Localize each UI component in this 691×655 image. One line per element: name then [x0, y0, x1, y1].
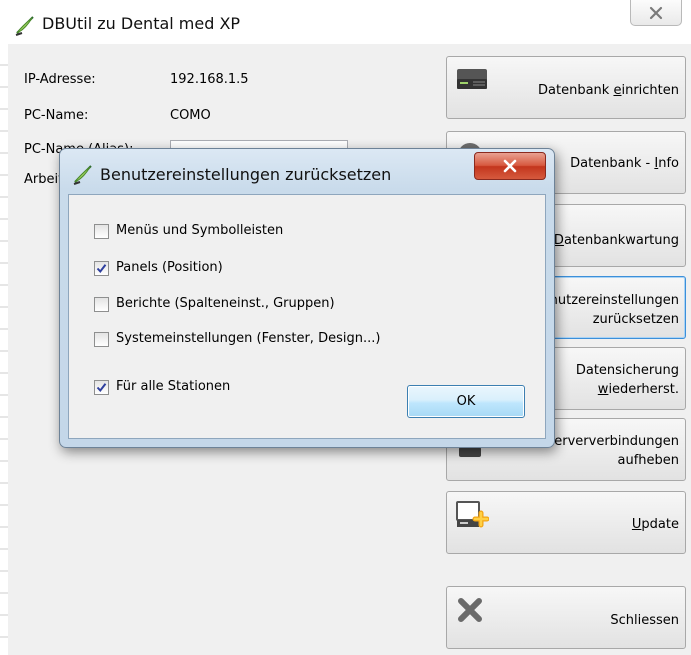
checkbox[interactable] [94, 224, 109, 239]
database-maintenance-label: Datenbankwartung [553, 233, 679, 248]
checkbox[interactable] [94, 297, 109, 312]
option-label: Panels (Position) [116, 260, 223, 275]
dialog-body: Menüs und Symbolleisten Panels (Position… [68, 194, 546, 439]
pc-name-value: COMO [170, 108, 211, 123]
dialog-title: Benutzereinstellungen zurücksetzen [100, 165, 392, 184]
dialog-feather-icon [73, 165, 92, 185]
server-icon [457, 69, 487, 89]
checkmark-icon [96, 264, 107, 274]
restore-backup-label: Datensicherung wiederherst. [575, 363, 679, 397]
checkbox[interactable] [94, 332, 109, 347]
option-label: Systemeinstellungen (Fenster, Design...) [116, 331, 381, 346]
setup-database-label: Datenbank einrichten [538, 83, 679, 98]
reset-settings-dialog: Benutzereinstellungen zurücksetzen Menüs… [59, 148, 555, 448]
option-label: Menüs und Symbolleisten [116, 223, 284, 238]
ok-button[interactable]: OK [407, 385, 525, 418]
update-icon [456, 501, 489, 528]
window-left-edge [0, 44, 8, 655]
ip-value: 192.168.1.5 [170, 72, 249, 87]
main-title-bar: DBUtil zu Dental med XP [0, 0, 691, 44]
option-label: Berichte (Spalteneinst., Gruppen) [116, 296, 335, 311]
setup-database-button[interactable]: Datenbank einrichten [446, 56, 686, 119]
close-app-label: Schliessen [610, 613, 679, 628]
app-feather-icon [15, 16, 34, 36]
database-info-label: Datenbank - Info [570, 156, 679, 171]
close-x-icon [458, 598, 482, 622]
close-icon [649, 6, 663, 20]
disconnect-server-label: Serververbindungen aufheben [546, 434, 679, 468]
close-app-button[interactable]: Schliessen [446, 586, 686, 649]
checkbox[interactable] [94, 261, 109, 276]
close-icon [503, 159, 517, 173]
ip-label: IP-Adresse: [24, 72, 96, 87]
update-button[interactable]: Update [446, 491, 686, 554]
checkbox[interactable] [94, 380, 109, 395]
update-label: Update [631, 517, 679, 532]
option-label: Für alle Stationen [116, 379, 231, 394]
dialog-close-button[interactable] [474, 152, 546, 180]
pc-name-label: PC-Name: [24, 108, 89, 123]
checkmark-icon [96, 383, 107, 393]
window-close-button[interactable] [630, 0, 682, 26]
window-title: DBUtil zu Dental med XP [42, 14, 241, 33]
